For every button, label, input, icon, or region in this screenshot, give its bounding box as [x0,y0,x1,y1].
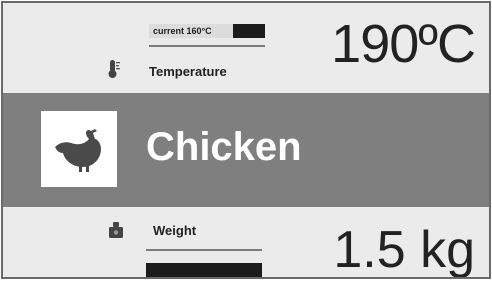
weight-label: Weight [153,223,197,238]
temperature-progress-bar: current 160°C [149,24,265,38]
food-selection-band[interactable]: Chicken [3,93,489,207]
temperature-value[interactable]: 190ºC [331,9,476,79]
weight-icon [107,221,125,239]
temperature-label: Temperature [149,64,227,79]
oven-display: current 160°C Temperature 190ºC Chicken [1,1,491,279]
weight-bar [146,263,262,277]
chicken-icon [55,129,101,172]
temperature-divider [149,45,265,47]
weight-divider [146,249,262,251]
food-name: Chicken [146,125,302,169]
current-temperature-text: current 160°C [153,26,212,36]
food-icon-tile[interactable] [41,111,117,187]
weight-value[interactable]: 1.5 kg [333,217,475,277]
thermometer-icon [105,59,121,79]
